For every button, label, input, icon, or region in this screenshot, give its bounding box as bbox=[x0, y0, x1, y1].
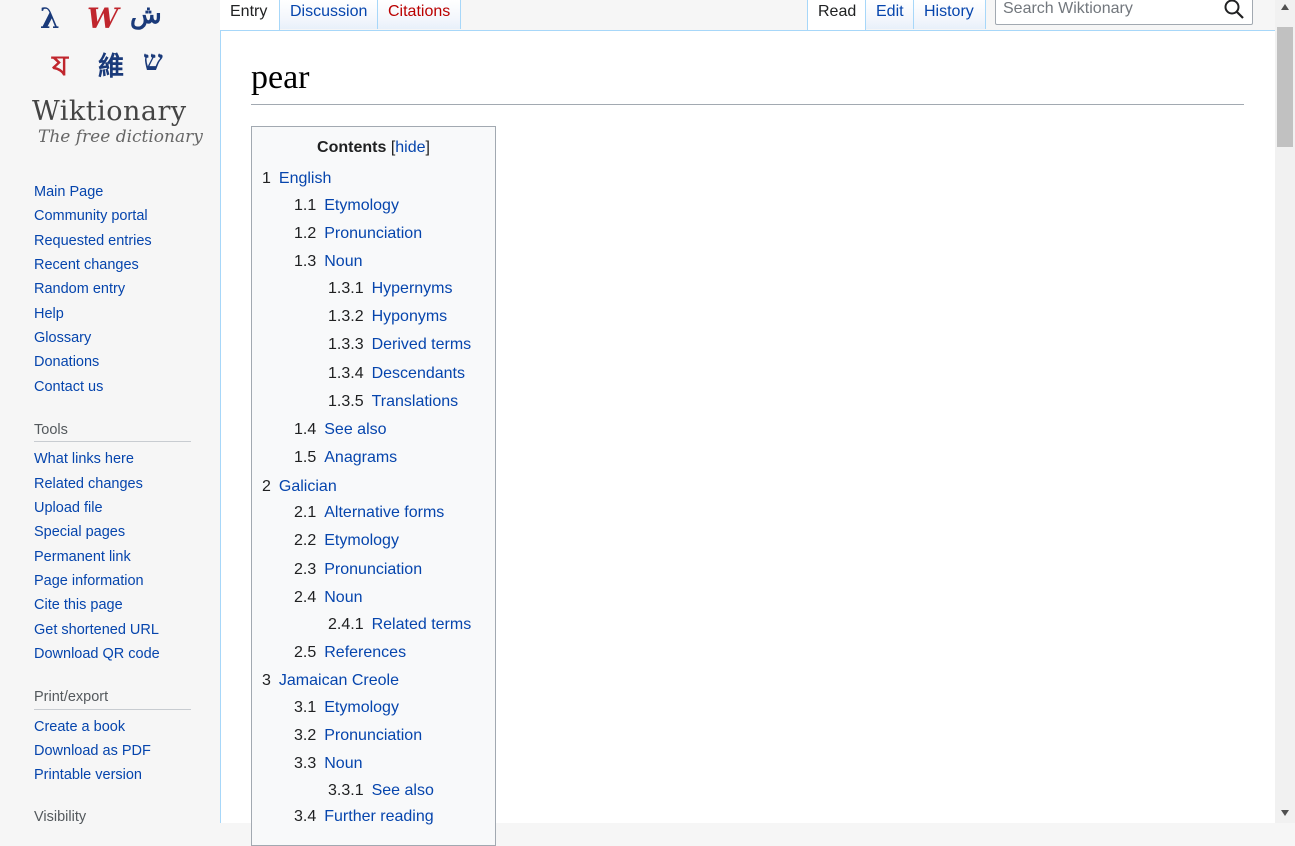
tab-history[interactable]: History bbox=[914, 0, 986, 29]
logo-glyph: λ bbox=[40, 2, 60, 35]
toc-entry[interactable]: 1.2 Pronunciation bbox=[294, 225, 422, 243]
toc-entry[interactable]: 1.3.4 Descendants bbox=[328, 365, 465, 383]
page-title: pear bbox=[251, 59, 310, 96]
logo-glyph: য bbox=[52, 49, 69, 82]
scrollbar-thumb[interactable] bbox=[1277, 27, 1293, 147]
logo-glyph: ش bbox=[130, 0, 162, 30]
search-input[interactable] bbox=[1003, 0, 1213, 21]
nav-donations[interactable]: Donations bbox=[34, 354, 99, 370]
tools-get-shortened-url[interactable]: Get shortened URL bbox=[34, 622, 159, 638]
scroll-down-arrow-icon[interactable] bbox=[1281, 810, 1289, 816]
nav-help[interactable]: Help bbox=[34, 306, 64, 322]
toc-entry[interactable]: 3.4 Further reading bbox=[294, 808, 434, 826]
tools-download-qr-code[interactable]: Download QR code bbox=[34, 646, 160, 662]
nav-community-portal[interactable]: Community portal bbox=[34, 208, 148, 224]
tab-discussion[interactable]: Discussion bbox=[280, 0, 378, 29]
logo-tagline: The free dictionary bbox=[38, 127, 203, 147]
main-content: pear Contents [hide] 1 English 1.1 Etymolo… bbox=[220, 30, 1275, 846]
tools-cite-this-page[interactable]: Cite this page bbox=[34, 597, 123, 613]
tab-citations[interactable]: Citations bbox=[378, 0, 461, 29]
tools-divider bbox=[34, 441, 191, 442]
title-divider bbox=[251, 104, 1244, 105]
print-export-divider bbox=[34, 709, 191, 710]
toc-entry[interactable]: 3.3.1 See also bbox=[328, 782, 434, 800]
print-printable-version[interactable]: Printable version bbox=[34, 767, 142, 783]
toc-entry[interactable]: 1.5 Anagrams bbox=[294, 449, 397, 467]
tab-entry[interactable]: Entry bbox=[220, 0, 280, 30]
toc-header: Contents [hide] bbox=[317, 139, 430, 156]
vertical-scrollbar[interactable] bbox=[1275, 0, 1295, 823]
toc-entry[interactable]: 1.1 Etymology bbox=[294, 197, 399, 215]
tools-what-links-here[interactable]: What links here bbox=[34, 451, 134, 467]
wiktionary-logo[interactable]: λ W ش য 維 ש Wiktionary The free dictiona… bbox=[0, 0, 220, 160]
scroll-up-arrow-icon[interactable] bbox=[1281, 4, 1289, 10]
nav-glossary[interactable]: Glossary bbox=[34, 330, 91, 346]
toc-entry[interactable]: 1.3.2 Hyponyms bbox=[328, 308, 447, 326]
logo-glyph: 維 bbox=[98, 52, 125, 82]
logo-glyph: W bbox=[87, 2, 119, 35]
toc-entry[interactable]: 3.2 Pronunciation bbox=[294, 727, 422, 745]
tools-related-changes[interactable]: Related changes bbox=[34, 476, 143, 492]
toc-entry[interactable]: 1.3.5 Translations bbox=[328, 393, 458, 411]
toc-entry[interactable]: 3 Jamaican Creole bbox=[262, 672, 399, 690]
toc-entry[interactable]: 1.3 Noun bbox=[294, 253, 363, 271]
tools-permanent-link[interactable]: Permanent link bbox=[34, 549, 131, 565]
toc-heading: Contents bbox=[317, 139, 387, 156]
nav-random-entry[interactable]: Random entry bbox=[34, 281, 125, 297]
logo-glyph: ש bbox=[143, 44, 163, 77]
toc-entry[interactable]: 1.3.3 Derived terms bbox=[328, 336, 471, 354]
toc-entry[interactable]: 2.3 Pronunciation bbox=[294, 561, 422, 579]
toc-entry[interactable]: 2.4 Noun bbox=[294, 589, 363, 607]
toc-entry[interactable]: 1 English bbox=[262, 170, 331, 188]
sidebar: λ W ش য 維 ש Wiktionary The free dictiona… bbox=[0, 0, 220, 825]
tools-page-information[interactable]: Page information bbox=[34, 573, 144, 589]
tools-special-pages[interactable]: Special pages bbox=[34, 524, 125, 540]
search-icon[interactable] bbox=[1222, 0, 1246, 21]
nav-contact-us[interactable]: Contact us bbox=[34, 379, 103, 395]
tab-read[interactable]: Read bbox=[807, 0, 866, 30]
print-create-a-book[interactable]: Create a book bbox=[34, 719, 125, 735]
print-export-heading[interactable]: Print/export bbox=[34, 689, 108, 705]
toc-hide-toggle[interactable]: hide bbox=[395, 139, 425, 156]
nav-requested-entries[interactable]: Requested entries bbox=[34, 233, 152, 249]
tools-heading[interactable]: Tools bbox=[34, 422, 68, 438]
tab-edit[interactable]: Edit bbox=[866, 0, 914, 29]
nav-main-page[interactable]: Main Page bbox=[34, 184, 103, 200]
toc-entry[interactable]: 3.1 Etymology bbox=[294, 699, 399, 717]
toc-entry[interactable]: 1.4 See also bbox=[294, 421, 387, 439]
toc-entry[interactable]: 1.3.1 Hypernyms bbox=[328, 280, 453, 298]
search-box bbox=[995, 0, 1253, 25]
toc-entry[interactable]: 2.4.1 Related terms bbox=[328, 616, 471, 634]
logo-title: Wiktionary bbox=[32, 96, 187, 127]
print-download-as-pdf[interactable]: Download as PDF bbox=[34, 743, 151, 759]
tools-upload-file[interactable]: Upload file bbox=[34, 500, 103, 516]
toc-entry[interactable]: 2.1 Alternative forms bbox=[294, 504, 444, 522]
table-of-contents: Contents [hide] 1 English 1.1 Etymology 1.… bbox=[251, 126, 496, 846]
toc-entry[interactable]: 2.5 References bbox=[294, 644, 406, 662]
toc-entry[interactable]: 2.2 Etymology bbox=[294, 532, 399, 550]
toc-entry[interactable]: 3.3 Noun bbox=[294, 755, 363, 773]
nav-recent-changes[interactable]: Recent changes bbox=[34, 257, 139, 273]
toc-entry[interactable]: 2 Galician bbox=[262, 478, 337, 496]
